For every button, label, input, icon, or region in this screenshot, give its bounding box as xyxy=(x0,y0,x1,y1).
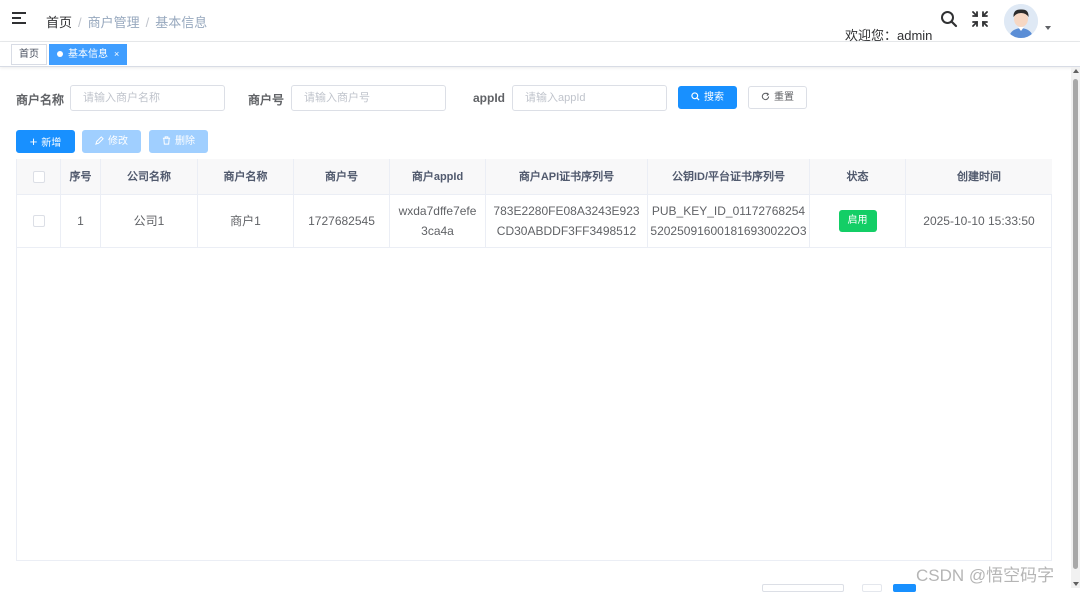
refresh-icon xyxy=(761,92,770,101)
select-all-cell xyxy=(17,159,61,194)
delete-button-label: 删除 xyxy=(175,136,195,147)
merchant-table: 序号 公司名称 商户名称 商户号 商户appId 商户API证书序列号 公钥ID… xyxy=(16,159,1052,561)
cell-api-serial-line: CD30ABDDF3FF3498512 xyxy=(496,224,637,238)
breadcrumb-home[interactable]: 首页 xyxy=(46,15,72,30)
prev-page-button[interactable] xyxy=(862,584,882,592)
reset-button-label: 重置 xyxy=(774,92,794,103)
tag-basic-info-label: 基本信息 xyxy=(68,49,108,60)
column-header-api-serial: 商户API证书序列号 xyxy=(486,159,648,194)
delete-button[interactable]: 删除 xyxy=(149,130,208,153)
column-header-merchant-no: 商户号 xyxy=(294,159,390,194)
edit-icon xyxy=(95,136,104,145)
watermark: CSDN @悟空码字 xyxy=(916,566,1055,585)
cell-appid: wxda7dffe7efe 3ca4a xyxy=(390,195,486,247)
cell-api-serial-line: 783E2280FE08A3243E923 xyxy=(493,204,640,218)
scrollbar-thumb[interactable] xyxy=(1073,79,1078,569)
scroll-up-icon[interactable] xyxy=(1073,69,1079,73)
tag-home-label: 首页 xyxy=(19,49,39,60)
cell-status: 启用 xyxy=(810,195,906,247)
delete-icon xyxy=(162,136,171,145)
user-avatar-icon xyxy=(1004,4,1038,38)
search-icon xyxy=(691,92,700,101)
add-button[interactable]: + 新增 xyxy=(16,130,75,153)
table-header: 序号 公司名称 商户名称 商户号 商户appId 商户API证书序列号 公钥ID… xyxy=(17,159,1052,195)
cell-index: 1 xyxy=(61,195,101,247)
search-button[interactable]: 搜索 xyxy=(678,86,737,109)
breadcrumb-separator: / xyxy=(78,15,82,30)
table-row[interactable]: 1 公司1 商户1 1727682545 wxda7dffe7efe 3ca4a… xyxy=(17,195,1052,248)
navbar: 首页 / 商户管理 / 基本信息 欢迎您：admin xyxy=(0,0,1080,43)
reset-button[interactable]: 重置 xyxy=(748,86,807,109)
column-header-status: 状态 xyxy=(810,159,906,194)
plus-icon: + xyxy=(29,134,38,149)
edit-button-label: 修改 xyxy=(108,136,128,147)
row-checkbox[interactable] xyxy=(32,215,45,227)
tag-basic-info[interactable]: 基本信息 × xyxy=(49,44,128,65)
breadcrumb-separator: / xyxy=(145,15,150,30)
page-1-button[interactable] xyxy=(893,584,916,592)
merchant-no-input[interactable] xyxy=(291,85,446,111)
search-icon[interactable] xyxy=(940,10,958,28)
chevron-down-icon[interactable] xyxy=(1045,26,1051,30)
close-icon[interactable]: × xyxy=(114,49,119,59)
add-button-label: 新增 xyxy=(41,138,62,149)
breadcrumb: 首页 / 商户管理 / 基本信息 xyxy=(46,12,207,31)
cell-pubkey-line: PUB_KEY_ID_01172768254 xyxy=(651,204,806,218)
page-size-select[interactable] xyxy=(762,584,844,592)
row-select-cell xyxy=(17,195,61,247)
column-header-company: 公司名称 xyxy=(101,159,198,194)
cell-appid-line: 3ca4a xyxy=(421,224,454,238)
column-header-merchant-name: 商户名称 xyxy=(198,159,294,194)
merchant-name-label: 商户名称 xyxy=(16,93,65,107)
avatar[interactable] xyxy=(1004,4,1038,38)
cell-appid-line: wxda7dffe7efe xyxy=(398,204,477,218)
tag-home[interactable]: 首页 xyxy=(11,44,47,65)
tags-view: 首页 基本信息 × xyxy=(0,42,1080,67)
cell-api-serial: 783E2280FE08A3243E923 CD30ABDDF3FF349851… xyxy=(486,195,648,247)
scroll-down-icon[interactable] xyxy=(1073,582,1079,586)
column-header-appid: 商户appId xyxy=(390,159,486,194)
column-header-created: 创建时间 xyxy=(957,170,1001,183)
breadcrumb-basic-info: 基本信息 xyxy=(155,15,208,30)
edit-button[interactable]: 修改 xyxy=(82,130,141,153)
hamburger-menu-icon[interactable] xyxy=(12,12,26,26)
cell-created: 2025-10-10 15:33:50 xyxy=(923,214,1035,228)
appid-label: appId xyxy=(473,91,505,105)
cell-merchant-no: 1727682545 xyxy=(294,195,390,247)
select-all-checkbox[interactable] xyxy=(32,170,45,183)
status-badge: 启用 xyxy=(838,210,877,232)
column-header-index: 序号 xyxy=(61,159,101,194)
merchant-name-input[interactable] xyxy=(70,85,225,111)
column-header-pubkey-id: 公钥ID/平台证书序列号 xyxy=(648,159,810,194)
cell-pubkey-id: PUB_KEY_ID_01172768254 52025091600181693… xyxy=(648,195,810,247)
cell-merchant-name: 商户1 xyxy=(198,195,294,247)
merchant-no-label: 商户号 xyxy=(248,93,285,107)
appid-input[interactable] xyxy=(512,85,667,111)
page-scrollbar[interactable] xyxy=(1071,67,1080,588)
active-dot-icon xyxy=(57,51,63,57)
cell-pubkey-line: 520250916001816930022O3 xyxy=(650,224,807,238)
fullscreen-icon[interactable] xyxy=(972,11,988,27)
cell-company: 公司1 xyxy=(101,195,198,247)
breadcrumb-merchant-management[interactable]: 商户管理 xyxy=(88,15,140,30)
search-button-label: 搜索 xyxy=(704,92,724,103)
